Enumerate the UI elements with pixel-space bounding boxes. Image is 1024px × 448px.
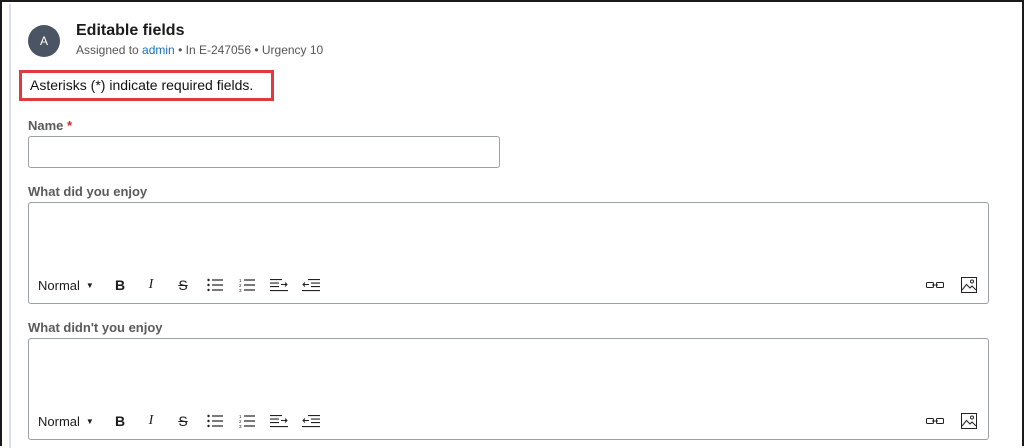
indent-icon[interactable] [269, 409, 289, 433]
enjoy-rich-text-editor[interactable]: Normal ▼ B I S 123 [28, 202, 989, 304]
required-star: * [67, 118, 73, 133]
caret-down-icon: ▼ [85, 416, 94, 426]
bulleted-list-icon[interactable] [205, 273, 225, 297]
paragraph-style-dropdown[interactable]: Normal ▼ [38, 273, 96, 297]
not-enjoy-label: What didn't you enjoy [28, 320, 163, 335]
name-label-text: Name [28, 118, 64, 133]
strikethrough-button[interactable]: S [175, 273, 191, 297]
numbered-list-icon[interactable]: 123 [237, 273, 257, 297]
link-icon[interactable] [925, 409, 945, 433]
subtitle-suffix: • In E-247056 • Urgency 10 [174, 43, 324, 57]
bold-button[interactable]: B [111, 273, 129, 297]
editor-toolbar: Normal ▼ B I S 123 [29, 409, 988, 433]
paragraph-style-dropdown[interactable]: Normal ▼ [38, 409, 96, 433]
caret-down-icon: ▼ [85, 280, 94, 290]
outdent-icon[interactable] [301, 273, 321, 297]
paragraph-style-label: Normal [38, 413, 80, 429]
avatar-initial: A [39, 34, 48, 48]
bold-button[interactable]: B [111, 409, 129, 433]
image-icon[interactable] [959, 273, 979, 297]
page-title: Editable fields [76, 22, 185, 39]
name-label: Name * [28, 118, 72, 133]
italic-button[interactable]: I [143, 409, 159, 433]
link-icon[interactable] [925, 273, 945, 297]
image-icon[interactable] [959, 409, 979, 433]
subtitle-prefix: Assigned to [76, 43, 143, 57]
bulleted-list-icon[interactable] [205, 409, 225, 433]
editor-toolbar: Normal ▼ B I S 123 [29, 273, 988, 297]
indent-icon[interactable] [269, 273, 289, 297]
paragraph-style-label: Normal [38, 277, 80, 293]
item-subtitle: Assigned to admin • In E-247056 • Urgenc… [76, 43, 323, 57]
strikethrough-button[interactable]: S [175, 409, 191, 433]
enjoy-label: What did you enjoy [28, 184, 148, 199]
avatar: A [28, 25, 60, 57]
work-item-panel: A Editable fields Assigned to admin • In… [0, 0, 1024, 448]
numbered-list-icon[interactable]: 123 [237, 409, 257, 433]
name-input[interactable] [28, 136, 500, 168]
not-enjoy-rich-text-editor[interactable]: Normal ▼ B I S 123 [28, 338, 989, 440]
outdent-icon[interactable] [301, 409, 321, 433]
italic-button[interactable]: I [143, 273, 159, 297]
assignee-link[interactable]: admin [142, 43, 175, 57]
required-fields-note: Asterisks (*) indicate required fields. [19, 70, 274, 101]
svg-text:3: 3 [239, 424, 242, 428]
svg-text:3: 3 [239, 288, 242, 292]
left-rule [9, 4, 11, 448]
